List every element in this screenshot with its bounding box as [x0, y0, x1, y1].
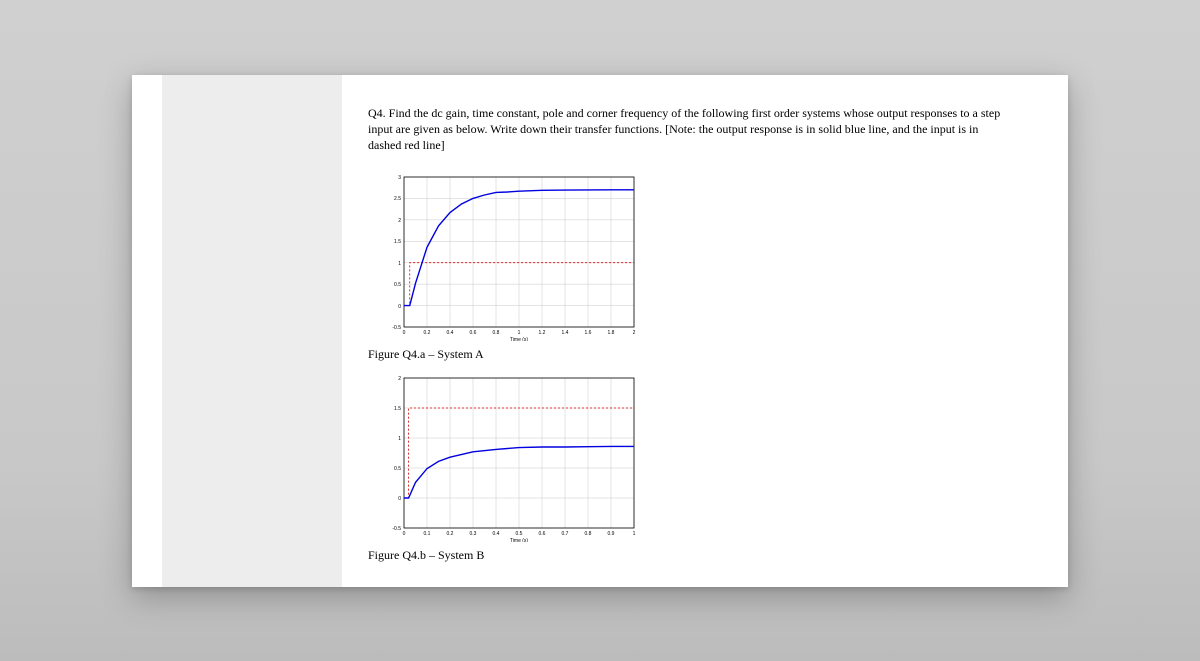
- svg-text:1: 1: [633, 531, 636, 537]
- svg-text:0: 0: [403, 330, 406, 336]
- x-axis-label-b: Time (s): [510, 538, 528, 542]
- svg-text:0.6: 0.6: [470, 330, 477, 336]
- svg-text:0.7: 0.7: [562, 531, 569, 537]
- svg-text:0.8: 0.8: [493, 330, 500, 336]
- svg-text:1: 1: [398, 261, 401, 267]
- left-sidebar: [132, 75, 342, 587]
- svg-text:0.9: 0.9: [608, 531, 615, 537]
- svg-text:-0.5: -0.5: [392, 325, 401, 331]
- svg-text:0: 0: [398, 304, 401, 310]
- svg-text:0.2: 0.2: [424, 330, 431, 336]
- svg-text:0.3: 0.3: [470, 531, 477, 537]
- svg-text:-0.5: -0.5: [392, 526, 401, 532]
- figure-b-chart: 2 1.5 1 0.5 0 -0.5 0 0.1 0.2 0.3 0.4 0.5…: [386, 372, 1008, 542]
- document-page: Q4. Find the dc gain, time constant, pol…: [132, 75, 1068, 587]
- svg-text:0: 0: [403, 531, 406, 537]
- svg-text:0.5: 0.5: [516, 531, 523, 537]
- question-text: Q4. Find the dc gain, time constant, pol…: [368, 105, 1008, 154]
- svg-text:0.4: 0.4: [447, 330, 454, 336]
- svg-text:0.4: 0.4: [493, 531, 500, 537]
- x-axis-label-a: Time (s): [510, 337, 528, 341]
- svg-text:1.5: 1.5: [394, 406, 401, 412]
- svg-text:3: 3: [398, 175, 401, 181]
- svg-text:0.5: 0.5: [394, 282, 401, 288]
- svg-text:2.5: 2.5: [394, 196, 401, 202]
- figure-a-chart: 3 2.5 2 1.5 1 0.5 0 -0.5 0 0.2 0.4 0.6 0…: [386, 171, 1008, 341]
- svg-text:2: 2: [398, 218, 401, 224]
- svg-text:1.2: 1.2: [539, 330, 546, 336]
- svg-text:1.6: 1.6: [585, 330, 592, 336]
- svg-text:2: 2: [633, 330, 636, 336]
- svg-text:0.1: 0.1: [424, 531, 431, 537]
- figure-b-caption: Figure Q4.b – System B: [368, 548, 1008, 563]
- svg-text:1: 1: [398, 436, 401, 442]
- svg-text:0.6: 0.6: [539, 531, 546, 537]
- svg-text:0.5: 0.5: [394, 466, 401, 472]
- svg-text:1.5: 1.5: [394, 239, 401, 245]
- svg-text:0.2: 0.2: [447, 531, 454, 537]
- svg-text:1.8: 1.8: [608, 330, 615, 336]
- svg-text:0: 0: [398, 496, 401, 502]
- svg-text:0.8: 0.8: [585, 531, 592, 537]
- svg-text:1.4: 1.4: [562, 330, 569, 336]
- figure-a-caption: Figure Q4.a – System A: [368, 347, 1008, 362]
- svg-text:1: 1: [518, 330, 521, 336]
- page-content: Q4. Find the dc gain, time constant, pol…: [342, 75, 1068, 587]
- svg-text:2: 2: [398, 376, 401, 382]
